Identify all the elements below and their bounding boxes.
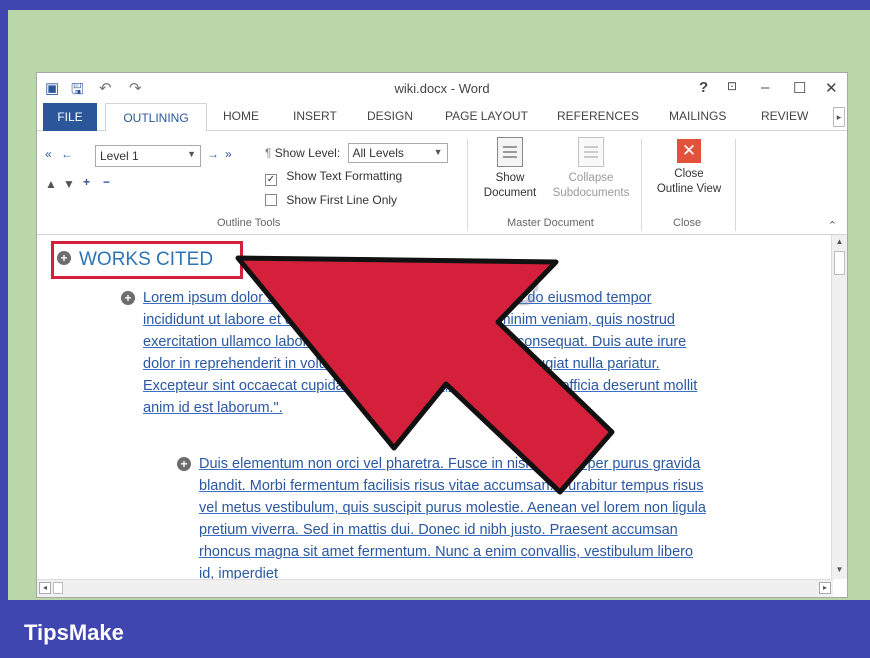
word-window: ▣ 🖫 ↶ ↷ wiki.docx - Word ? ⊡ – ☐ ✕ FILE …	[36, 72, 848, 598]
scroll-down-icon[interactable]: ▼	[834, 565, 845, 577]
scroll-thumb[interactable]	[834, 251, 845, 275]
collapse-subdocuments-icon	[578, 137, 604, 167]
help-button[interactable]: ?	[699, 79, 708, 96]
show-document-label-2: Document	[483, 187, 537, 199]
move-down-icon[interactable]: ▼	[63, 177, 75, 191]
group-divider	[467, 139, 468, 231]
outline-paragraph[interactable]: + Lorem ipsum dolor sit amet, consectetu…	[121, 287, 703, 419]
group-divider	[641, 139, 642, 231]
scroll-right-icon[interactable]: ▸	[819, 582, 831, 594]
tab-mailings[interactable]: MAILINGS	[669, 109, 726, 123]
minimize-button[interactable]: –	[761, 79, 769, 96]
paragraph-text: Duis elementum non orci vel pharetra. Fu…	[199, 456, 706, 579]
collapse-icon[interactable]: −	[103, 175, 110, 189]
ribbon-display-icon[interactable]: ⊡	[727, 79, 737, 93]
show-level-label: Show Level:	[274, 146, 341, 160]
heading-text: WORKS CITED	[79, 249, 214, 270]
collapse-ribbon-icon[interactable]: ⌃	[828, 219, 837, 232]
tab-page-layout[interactable]: PAGE LAYOUT	[445, 109, 528, 123]
expand-icon[interactable]: +	[83, 175, 90, 189]
outline-plus-icon[interactable]: +	[121, 291, 135, 305]
show-level-select[interactable]: All Levels ▼	[347, 143, 448, 163]
show-document-label-1: Show	[495, 172, 525, 184]
show-document-button[interactable]: Show Document	[475, 137, 545, 201]
scroll-thumb[interactable]	[53, 582, 63, 594]
collapse-subdocuments-label-1: Collapse	[568, 172, 614, 184]
promote-to-heading-icon[interactable]: «	[45, 147, 52, 161]
tab-review[interactable]: REVIEW	[761, 109, 808, 123]
horizontal-scrollbar[interactable]: ◂ ▸	[37, 579, 833, 597]
outline-tools-group-label: Outline Tools	[217, 217, 281, 229]
tab-file[interactable]: FILE	[43, 103, 97, 131]
tab-references[interactable]: REFERENCES	[557, 109, 639, 123]
outline-plus-icon[interactable]: +	[177, 457, 191, 471]
ribbon: « ← Level 1 ▼ → » ▲ ▼ + − ¶ Show Level: …	[37, 131, 847, 235]
demote-icon[interactable]: →	[207, 147, 219, 161]
close-outline-view-label-2: Outline View	[656, 183, 722, 195]
heading-works-cited[interactable]: + WORKS CITED	[57, 249, 213, 271]
screenshot-page: ▣ 🖫 ↶ ↷ wiki.docx - Word ? ⊡ – ☐ ✕ FILE …	[0, 0, 870, 658]
chevron-down-icon: ▼	[433, 147, 443, 157]
collapse-subdocuments-button[interactable]: Collapse Subdocuments	[545, 137, 637, 201]
paragraph-text: Lorem ipsum dolor sit amet, consectetur …	[143, 290, 698, 416]
chevron-down-icon: ▼	[187, 149, 196, 159]
title-bar: ▣ 🖫 ↶ ↷ wiki.docx - Word ? ⊡ – ☐ ✕	[37, 73, 847, 103]
move-up-icon[interactable]: ▲	[45, 177, 57, 191]
window-title: wiki.docx - Word	[394, 81, 490, 96]
show-document-icon	[497, 137, 523, 167]
tab-insert[interactable]: INSERT	[293, 109, 337, 123]
close-group-label: Close	[673, 217, 702, 229]
outline-paragraph[interactable]: + Duis elementum non orci vel pharetra. …	[177, 453, 707, 579]
tab-outlining[interactable]: OUTLINING	[105, 103, 207, 132]
scroll-up-icon[interactable]: ▲	[834, 237, 845, 249]
tab-home[interactable]: HOME	[223, 109, 259, 123]
tab-design[interactable]: DESIGN	[367, 109, 413, 123]
master-document-group-label: Master Document	[507, 217, 594, 229]
ribbon-tabs: FILE OUTLINING HOME INSERT DESIGN PAGE L…	[37, 103, 847, 132]
promote-icon[interactable]: ←	[61, 147, 73, 161]
close-outline-view-label-1: Close	[674, 168, 704, 180]
close-outline-icon: ✕	[677, 139, 701, 163]
document-area[interactable]: + WORKS CITED + Lorem ipsum dolor sit ame…	[37, 235, 833, 579]
show-level-row: ¶ Show Level: All Levels ▼	[265, 143, 448, 163]
outline-plus-icon[interactable]: +	[57, 251, 71, 265]
collapse-subdocuments-label-2: Subdocuments	[552, 187, 630, 199]
show-first-line-only-row[interactable]: Show First Line Only	[265, 193, 397, 207]
show-first-line-only-checkbox[interactable]	[265, 194, 277, 206]
close-button[interactable]: ✕	[825, 79, 838, 97]
vertical-scrollbar[interactable]: ▲ ▼	[831, 235, 847, 579]
close-outline-view-button[interactable]: ✕ Close Outline View	[645, 139, 733, 197]
scroll-left-icon[interactable]: ◂	[39, 582, 51, 594]
show-level-icon: ¶	[265, 146, 272, 160]
outline-level-value: Level 1	[100, 149, 139, 163]
show-text-formatting-checkbox[interactable]: ✓	[265, 174, 277, 186]
show-first-line-only-label: Show First Line Only	[286, 193, 398, 207]
brand-logo: TipsMake	[24, 620, 124, 645]
outline-level-select[interactable]: Level 1 ▼	[95, 145, 201, 167]
maximize-button[interactable]: ☐	[793, 79, 806, 97]
show-level-value: All Levels	[352, 146, 404, 160]
tab-scroll-right-icon[interactable]: ▸	[833, 107, 845, 127]
group-divider	[735, 139, 736, 231]
show-text-formatting-row[interactable]: ✓ Show Text Formatting	[265, 169, 402, 186]
show-text-formatting-label: Show Text Formatting	[286, 169, 403, 183]
demote-to-body-icon[interactable]: »	[225, 147, 232, 161]
